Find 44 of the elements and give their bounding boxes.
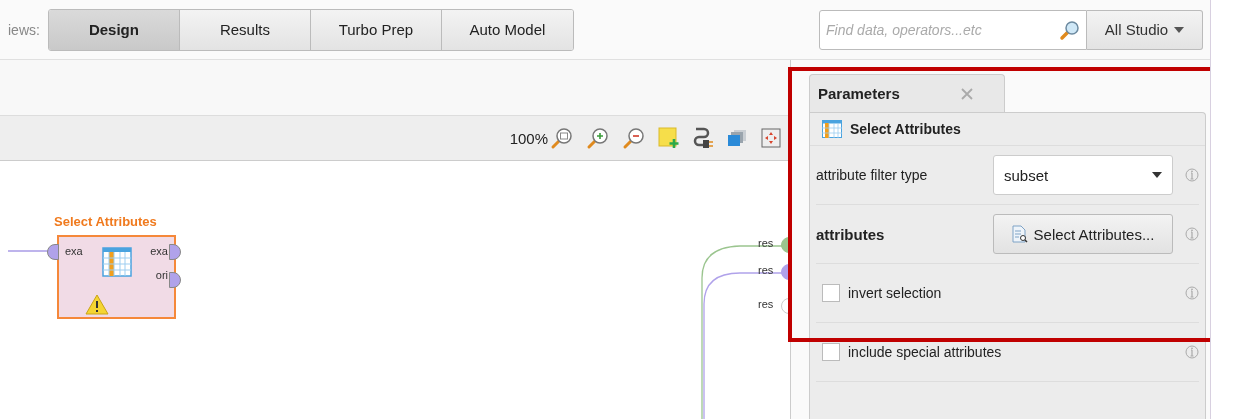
connection-line <box>8 249 50 253</box>
plug-icon[interactable] <box>692 127 714 149</box>
views-label: iews: <box>8 21 40 38</box>
parameter-label: attribute filter type <box>816 167 929 183</box>
port-label: res <box>758 298 774 310</box>
search-icon[interactable] <box>1059 18 1081 41</box>
parameter-label: attributes <box>816 225 886 243</box>
warning-icon <box>85 294 109 315</box>
fit-view-icon[interactable] <box>760 127 782 149</box>
zoom-in-icon[interactable] <box>586 126 610 150</box>
port-label: res <box>758 264 774 276</box>
parameter-label: include special attributes <box>848 344 1003 360</box>
layers-icon[interactable] <box>726 127 748 149</box>
zoom-out-icon[interactable] <box>622 126 646 150</box>
checkbox[interactable] <box>822 343 840 361</box>
select-attributes-button[interactable]: Select Attributes... <box>993 214 1173 254</box>
input-port[interactable] <box>47 244 59 260</box>
table-icon <box>822 120 842 138</box>
close-icon[interactable] <box>960 86 974 101</box>
zoom-reset-icon[interactable] <box>550 126 574 150</box>
zoom-level: 100% <box>509 129 548 147</box>
view-tab[interactable]: Design <box>48 9 180 50</box>
port-label: exa <box>65 245 83 257</box>
document-search-icon <box>1011 225 1028 243</box>
table-icon <box>101 247 132 277</box>
filter-type-dropdown[interactable]: subset <box>993 155 1173 195</box>
view-tab[interactable]: Results <box>179 9 311 50</box>
search-field[interactable]: Find data, operators...etc <box>819 9 1087 50</box>
view-tab[interactable]: Turbo Prep <box>310 9 442 50</box>
add-note-icon[interactable] <box>658 127 680 149</box>
view-tab[interactable]: Auto Model <box>441 9 573 50</box>
port-label: ori <box>155 269 168 281</box>
port-label: res <box>758 237 774 249</box>
output-port[interactable] <box>169 244 181 260</box>
scope-dropdown[interactable]: All Studio <box>1087 9 1203 50</box>
checkbox[interactable] <box>822 284 840 302</box>
panel-tab-label: Parameters <box>818 85 900 102</box>
operator-node[interactable]: exa exa ori <box>57 235 176 319</box>
port-label: exa <box>150 245 168 257</box>
operator-name: Select Attributes <box>850 121 961 137</box>
panel-tab[interactable]: Parameters <box>809 74 1005 112</box>
parameter-label: invert selection <box>848 285 943 301</box>
operator-title: Select Attributes <box>54 214 157 229</box>
output-port[interactable] <box>169 272 181 288</box>
